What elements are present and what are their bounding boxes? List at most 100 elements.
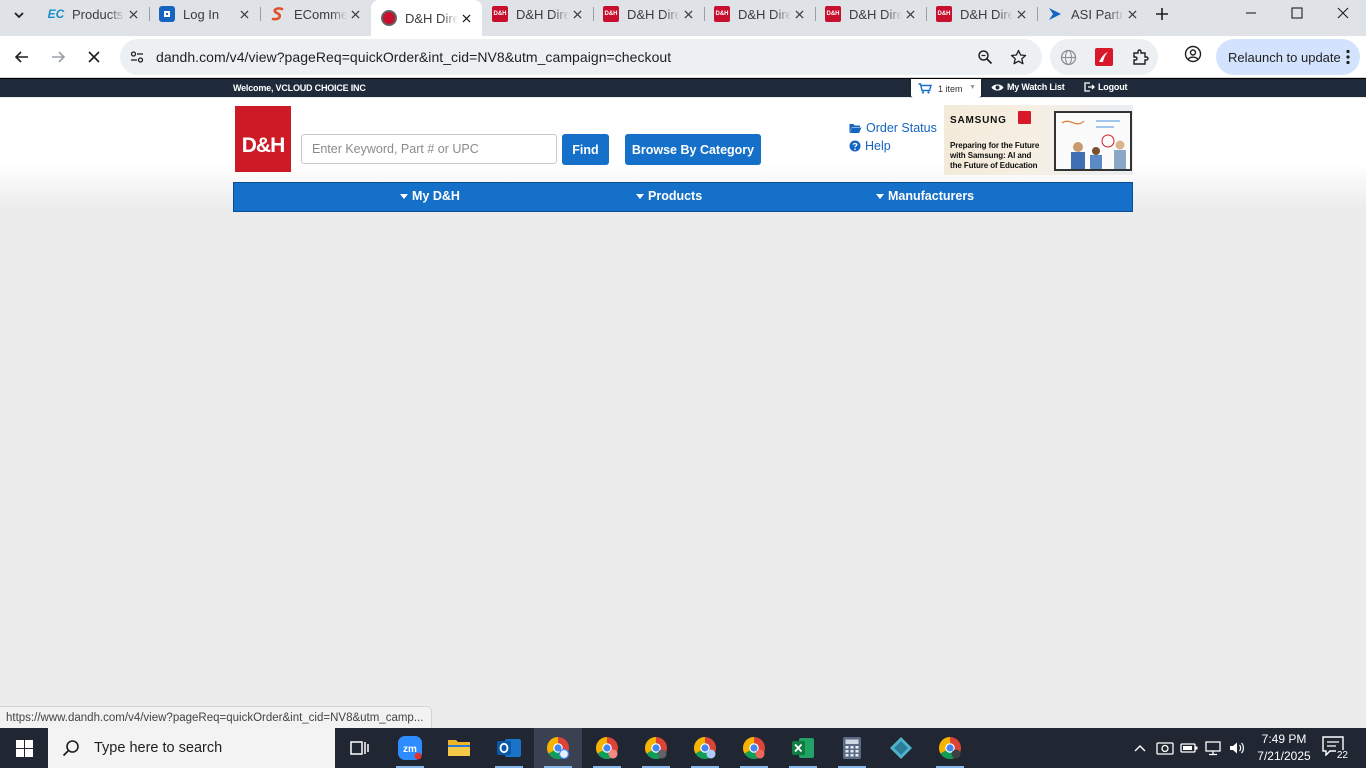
puzzle-extensions-icon[interactable] xyxy=(1127,44,1153,70)
globe-extension-icon[interactable] xyxy=(1055,44,1081,70)
browser-tab[interactable]: D&H D&H Direct xyxy=(482,0,593,28)
chrome-icon xyxy=(596,737,618,759)
power-button[interactable] xyxy=(1178,728,1200,768)
address-bar[interactable]: dandh.com/v4/view?pageReq=quickOrder&int… xyxy=(120,39,1042,75)
start-button[interactable] xyxy=(0,728,48,768)
logout-label: Logout xyxy=(1098,82,1128,92)
battery-icon xyxy=(1180,743,1198,753)
maximize-window-button[interactable] xyxy=(1274,0,1320,26)
cart-dropdown[interactable]: 1 item ▼ xyxy=(911,79,981,98)
profile-icon[interactable] xyxy=(1180,41,1206,67)
browser-tab[interactable]: EC Products xyxy=(38,0,149,28)
network-icon xyxy=(1205,741,1221,756)
help-link[interactable]: Help xyxy=(849,139,891,153)
close-tab-icon[interactable] xyxy=(1013,6,1029,22)
calculator-app-button[interactable] xyxy=(828,728,876,768)
url-text: dandh.com/v4/view?pageReq=quickOrder&int… xyxy=(156,49,672,65)
notification-center-button[interactable]: 22 xyxy=(1322,736,1349,761)
forward-button[interactable] xyxy=(42,41,74,73)
chrome-profile-button[interactable] xyxy=(632,728,680,768)
cart-icon xyxy=(918,83,932,94)
new-tab-button[interactable] xyxy=(1150,2,1174,26)
close-window-button[interactable] xyxy=(1320,0,1366,26)
nav-products[interactable]: Products xyxy=(636,189,702,203)
tab-label: D&H Direct xyxy=(960,6,1013,22)
taskbar-search[interactable]: Type here to search xyxy=(48,728,335,768)
tab-search-button[interactable] xyxy=(4,2,34,28)
bookmark-star-icon[interactable] xyxy=(1005,44,1031,70)
browser-toolbar: dandh.com/v4/view?pageReq=quickOrder&int… xyxy=(0,36,1366,78)
welcome-text: Welcome, VCLOUD CHOICE INC xyxy=(233,83,366,93)
chrome-profile-button[interactable] xyxy=(730,728,778,768)
back-button[interactable] xyxy=(6,41,38,73)
relaunch-to-update-button[interactable]: Relaunch to update xyxy=(1216,39,1360,75)
order-status-link[interactable]: Order Status xyxy=(849,121,937,135)
pinned-app-button[interactable] xyxy=(877,728,925,768)
excel-app-button[interactable] xyxy=(779,728,827,768)
browser-tab[interactable]: Log In xyxy=(149,0,260,28)
browser-tab[interactable]: ECommerce xyxy=(260,0,371,28)
zoom-icon[interactable] xyxy=(972,44,998,70)
close-tab-icon[interactable] xyxy=(902,6,918,22)
chrome-icon xyxy=(743,737,765,759)
close-tab-icon[interactable] xyxy=(791,6,807,22)
close-tab-icon[interactable] xyxy=(1124,6,1140,22)
outlook-app-button[interactable] xyxy=(485,728,533,768)
volume-button[interactable] xyxy=(1226,728,1248,768)
close-tab-icon[interactable] xyxy=(680,6,696,22)
tab-label: D&H Direct xyxy=(516,6,569,22)
close-tab-icon[interactable] xyxy=(458,10,474,26)
watch-list-link[interactable]: My Watch List xyxy=(991,82,1065,92)
file-explorer-button[interactable] xyxy=(435,728,483,768)
chrome-profile-button[interactable] xyxy=(926,728,974,768)
browser-tab[interactable]: ASI Partner xyxy=(1037,0,1148,28)
svg-text:zm: zm xyxy=(403,744,417,755)
site-info-icon[interactable] xyxy=(122,42,152,72)
tab-list: EC Products Log In ECommerce D&H Direct … xyxy=(38,0,1148,36)
taskbar-clock[interactable]: 7:49 PM 7/21/2025 xyxy=(1252,731,1316,765)
caret-down-icon xyxy=(400,193,408,199)
browser-tab[interactable]: D&H D&H Direct xyxy=(815,0,926,28)
zoom-app-button[interactable]: zm xyxy=(386,728,434,768)
task-view-button[interactable] xyxy=(336,728,384,768)
logout-link[interactable]: Logout xyxy=(1084,82,1127,92)
nav-my-dh[interactable]: My D&H xyxy=(400,189,460,203)
caret-down-icon xyxy=(636,193,644,199)
outlook-icon xyxy=(497,739,521,757)
network-button[interactable] xyxy=(1202,728,1224,768)
banner-illustration xyxy=(1054,111,1132,171)
close-tab-icon[interactable] xyxy=(347,6,363,22)
meet-now-button[interactable] xyxy=(1154,728,1176,768)
browser-tab[interactable]: D&H D&H Direct xyxy=(593,0,704,28)
dh-logo[interactable]: D&H xyxy=(235,106,291,172)
stop-loading-button[interactable] xyxy=(78,41,110,73)
browse-by-category-button[interactable]: Browse By Category xyxy=(625,134,761,165)
pdf-extension-icon[interactable] xyxy=(1091,44,1117,70)
extensions-group xyxy=(1050,39,1158,75)
browser-tab[interactable]: D&H D&H Direct xyxy=(926,0,1037,28)
chrome-profile-button[interactable] xyxy=(583,728,631,768)
minimize-window-button[interactable] xyxy=(1228,0,1274,26)
tab-label: Log In xyxy=(183,6,220,22)
nav-manufacturers[interactable]: Manufacturers xyxy=(876,189,974,203)
main-navigation: My D&H Products Manufacturers xyxy=(233,182,1133,212)
eye-icon xyxy=(991,84,1004,90)
find-button[interactable]: Find xyxy=(562,134,609,165)
question-circle-icon xyxy=(849,140,861,152)
chrome-profile-button[interactable] xyxy=(681,728,729,768)
close-tab-icon[interactable] xyxy=(236,6,252,22)
search-input[interactable] xyxy=(301,134,557,164)
zoom-app-icon: zm xyxy=(398,736,422,760)
banner-brand: SAMSUNG xyxy=(950,115,1007,126)
show-hidden-icons-button[interactable] xyxy=(1130,728,1150,768)
play-icon xyxy=(1018,111,1031,124)
samsung-ad-banner[interactable]: SAMSUNG Preparing for the Future with Sa… xyxy=(944,105,1133,175)
clock-date: 7/21/2025 xyxy=(1257,749,1311,763)
chrome-app-button[interactable] xyxy=(534,728,582,768)
browser-tab-active[interactable]: D&H Direct xyxy=(371,0,482,36)
close-tab-icon[interactable] xyxy=(125,6,141,22)
browser-tab[interactable]: D&H D&H Direct xyxy=(704,0,815,28)
relaunch-label: Relaunch to update xyxy=(1228,49,1341,65)
account-top-bar: Welcome, VCLOUD CHOICE INC 1 item ▼ My W… xyxy=(0,78,1366,98)
close-tab-icon[interactable] xyxy=(569,6,585,22)
